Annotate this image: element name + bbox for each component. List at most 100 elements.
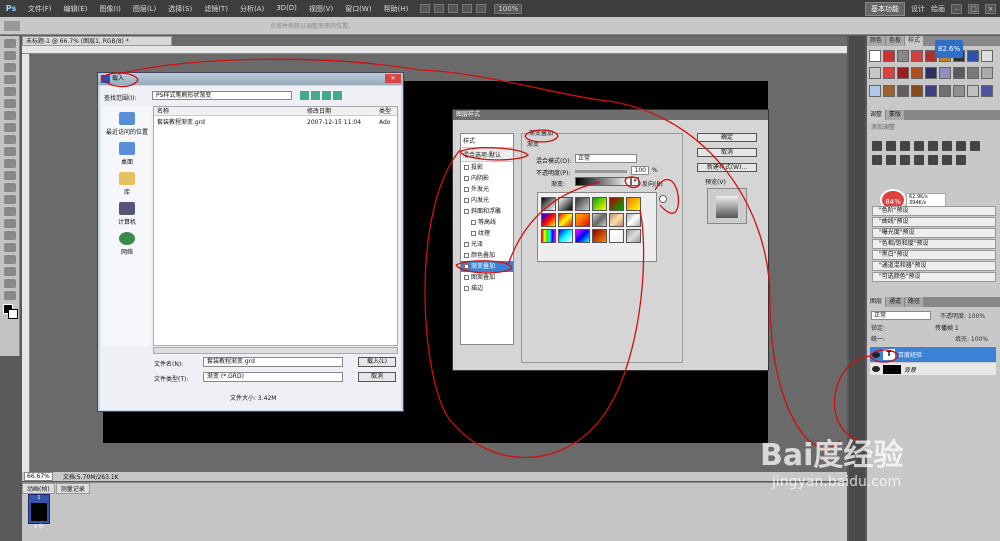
blend-mode-select[interactable]: 正常 <box>575 154 637 163</box>
filename-input[interactable]: 套装教程渐变.grd <box>203 357 343 367</box>
style-checkbox[interactable] <box>471 231 476 236</box>
tab-swatches[interactable]: 色板 <box>886 36 905 46</box>
levels-icon[interactable] <box>886 141 896 151</box>
gradient-map-icon[interactable] <box>942 155 952 165</box>
style-swatch[interactable] <box>869 84 881 97</box>
style-swatch[interactable] <box>967 84 979 97</box>
close-button[interactable]: × <box>985 3 996 14</box>
style-item[interactable]: 外发光 <box>461 184 513 195</box>
shape-tool-icon[interactable] <box>4 243 16 252</box>
blur-tool-icon[interactable] <box>4 183 16 192</box>
style-swatch[interactable] <box>925 84 937 97</box>
tab-color[interactable]: 颜色 <box>867 36 886 46</box>
up-folder-icon[interactable] <box>311 91 320 100</box>
place-network[interactable]: 网络 <box>103 232 151 256</box>
layer-opacity[interactable]: 不透明度: 100% <box>940 311 985 320</box>
menu-item[interactable]: 文件(F) <box>22 4 58 14</box>
eyedropper-tool-icon[interactable] <box>4 99 16 108</box>
horizontal-ruler[interactable] <box>22 46 847 54</box>
style-swatch[interactable] <box>911 50 923 62</box>
styles-header[interactable]: 样式 <box>461 134 513 148</box>
view-menu-icon[interactable] <box>333 91 342 100</box>
style-item[interactable]: 等高线 <box>461 217 513 228</box>
style-checkbox[interactable] <box>464 264 469 269</box>
gradient-preview[interactable] <box>575 177 631 186</box>
menu-item[interactable]: 窗口(W) <box>339 4 377 14</box>
style-item[interactable]: 斜面和浮雕 <box>461 206 513 217</box>
style-checkbox[interactable] <box>464 198 469 203</box>
3d-rotate-tool-icon[interactable] <box>4 255 16 264</box>
layer-fill[interactable]: 填充: 100% <box>955 334 988 343</box>
curves-icon[interactable] <box>900 141 910 151</box>
propagate-frame[interactable]: 传播帧 1 <box>935 323 959 332</box>
gradient-swatch[interactable] <box>609 213 624 227</box>
style-swatch[interactable] <box>981 50 993 62</box>
gradient-swatch[interactable] <box>609 197 624 211</box>
type-tool-icon[interactable] <box>4 219 16 228</box>
tab-styles[interactable]: 样式 <box>905 36 924 46</box>
threshold-icon[interactable] <box>928 155 938 165</box>
gradient-swatch[interactable] <box>558 213 573 227</box>
style-swatch[interactable] <box>911 84 923 97</box>
brush-tool-icon[interactable] <box>4 123 16 132</box>
crop-tool-icon[interactable] <box>4 87 16 96</box>
minimize-button[interactable]: – <box>951 3 962 14</box>
eye-icon[interactable] <box>872 351 880 358</box>
style-item[interactable]: 投影 <box>461 162 513 173</box>
column-name[interactable]: 名称 <box>154 107 304 115</box>
tab-adjustments[interactable]: 调整 <box>867 110 886 120</box>
tab-layers[interactable]: 图层 <box>867 297 886 307</box>
chevron-down-icon[interactable]: ▾ <box>631 177 639 186</box>
background-color[interactable] <box>8 309 18 319</box>
cancel-button[interactable]: 取消 <box>358 372 396 382</box>
menu-item[interactable]: 分析(A) <box>234 4 270 14</box>
style-swatch[interactable] <box>953 67 965 80</box>
preset-item[interactable]: "色阶"预设 <box>872 206 996 216</box>
style-checkbox[interactable] <box>464 187 469 192</box>
animation-frame[interactable]: 1 0 秒 <box>28 494 50 530</box>
preset-item[interactable]: "曲线"预设 <box>872 217 996 227</box>
back-icon[interactable] <box>300 91 309 100</box>
reverse-checkbox[interactable]: 反向(R) <box>642 179 663 188</box>
style-item[interactable]: 渐变叠加 <box>461 261 513 272</box>
invert-icon[interactable] <box>900 155 910 165</box>
healing-tool-icon[interactable] <box>4 111 16 120</box>
style-checkbox[interactable] <box>464 209 469 214</box>
status-zoom[interactable]: 66.67% <box>24 472 53 481</box>
picker-menu-icon[interactable] <box>659 195 667 203</box>
style-item[interactable]: 内阴影 <box>461 173 513 184</box>
preset-item[interactable]: "通道混和器"预设 <box>872 261 996 271</box>
move-tool-icon[interactable] <box>4 39 16 48</box>
style-checkbox[interactable] <box>464 242 469 247</box>
zoom-combo[interactable]: 100% <box>494 3 523 14</box>
gradient-swatch[interactable] <box>592 229 607 243</box>
new-style-button[interactable]: 新建样式(W)... <box>697 163 757 172</box>
file-row[interactable]: 套装教程渐变.grd 2007-12-15 11:04 Ado <box>154 118 397 127</box>
menu-item[interactable]: 帮助(H) <box>378 4 415 14</box>
layer-row-background[interactable]: 背景 <box>870 363 996 375</box>
workspace-paint[interactable]: 绘画 <box>931 4 945 14</box>
preset-item[interactable]: "曝光度"预设 <box>872 228 996 238</box>
style-swatch[interactable] <box>897 84 909 97</box>
tab-animation[interactable]: 动画(帧) <box>22 483 55 494</box>
layer-row-text[interactable]: T 百度经验 <box>870 347 996 362</box>
color-balance-icon[interactable] <box>956 141 966 151</box>
file-list-scrollbar[interactable] <box>153 347 398 354</box>
history-brush-tool-icon[interactable] <box>4 147 16 156</box>
photo-filter-icon[interactable] <box>872 155 882 165</box>
gradient-swatch[interactable] <box>626 197 641 211</box>
maximize-button[interactable]: □ <box>968 3 979 14</box>
frame-time[interactable]: 0 秒 <box>29 523 49 530</box>
style-swatch[interactable] <box>869 67 881 80</box>
style-swatch[interactable] <box>869 50 881 62</box>
gradient-swatch[interactable] <box>541 229 556 243</box>
vibrance-icon[interactable] <box>928 141 938 151</box>
zoom-tool-icon[interactable] <box>4 291 16 300</box>
gradient-swatch[interactable] <box>592 213 607 227</box>
zoom-tool-icon[interactable] <box>462 4 473 13</box>
look-in-select[interactable]: PS样式笔刷形状渐变 <box>152 91 292 100</box>
style-swatch[interactable] <box>897 67 909 80</box>
style-swatch[interactable] <box>911 67 923 80</box>
gradient-swatch[interactable] <box>541 213 556 227</box>
brightness-icon[interactable] <box>872 141 882 151</box>
